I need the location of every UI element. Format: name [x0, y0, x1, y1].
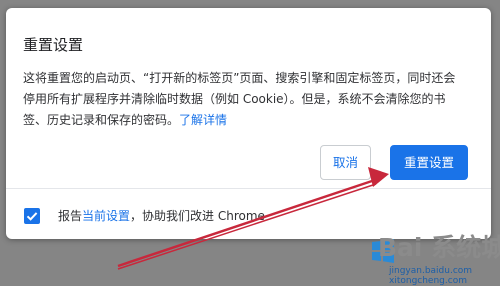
watermark-site-1: jingyan.baidu.com	[389, 266, 473, 276]
dialog-title: 重置设置	[23, 36, 84, 54]
report-prefix: 报告	[58, 209, 83, 223]
footer-divider	[6, 188, 491, 189]
watermark: Bai 系统城 jingyan.baidu.com xitongcheng.co…	[360, 234, 500, 286]
dialog-message: 这将重置您的启动页、“打开新的标签页”页面、搜索引擎和固定标签页，同时还会 停用…	[23, 68, 483, 131]
learn-more-link[interactable]: 了解详情	[179, 113, 227, 127]
watermark-brand: Bai 系统城	[378, 233, 500, 262]
reset-settings-button[interactable]: 重置设置	[390, 145, 468, 180]
watermark-site-2: xitongcheng.com	[389, 276, 467, 286]
message-line-2: 停用所有扩展程序并清除临时数据（例如 Cookie）。但是，系统不会清除您的书	[23, 92, 446, 106]
reset-settings-dialog: 重置设置 这将重置您的启动页、“打开新的标签页”页面、搜索引擎和固定标签页，同时…	[6, 8, 491, 239]
message-line-3: 签、历史记录和保存的密码。了解详情	[23, 110, 483, 131]
message-line-1: 这将重置您的启动页、“打开新的标签页”页面、搜索引擎和固定标签页，同时还会	[23, 71, 456, 85]
watermark-site: jingyan.baidu.com	[389, 266, 472, 276]
report-checkbox[interactable]	[24, 208, 40, 224]
checkmark-icon	[26, 212, 38, 221]
message-line-3-text: 签、历史记录和保存的密码。	[23, 113, 180, 127]
cancel-button[interactable]: 取消	[320, 145, 371, 180]
report-label: 报告当前设置，协助我们改进 Chrome	[58, 208, 265, 224]
report-suffix: ，协助我们改进 Chrome	[130, 209, 265, 223]
current-settings-link[interactable]: 当前设置	[82, 209, 130, 223]
